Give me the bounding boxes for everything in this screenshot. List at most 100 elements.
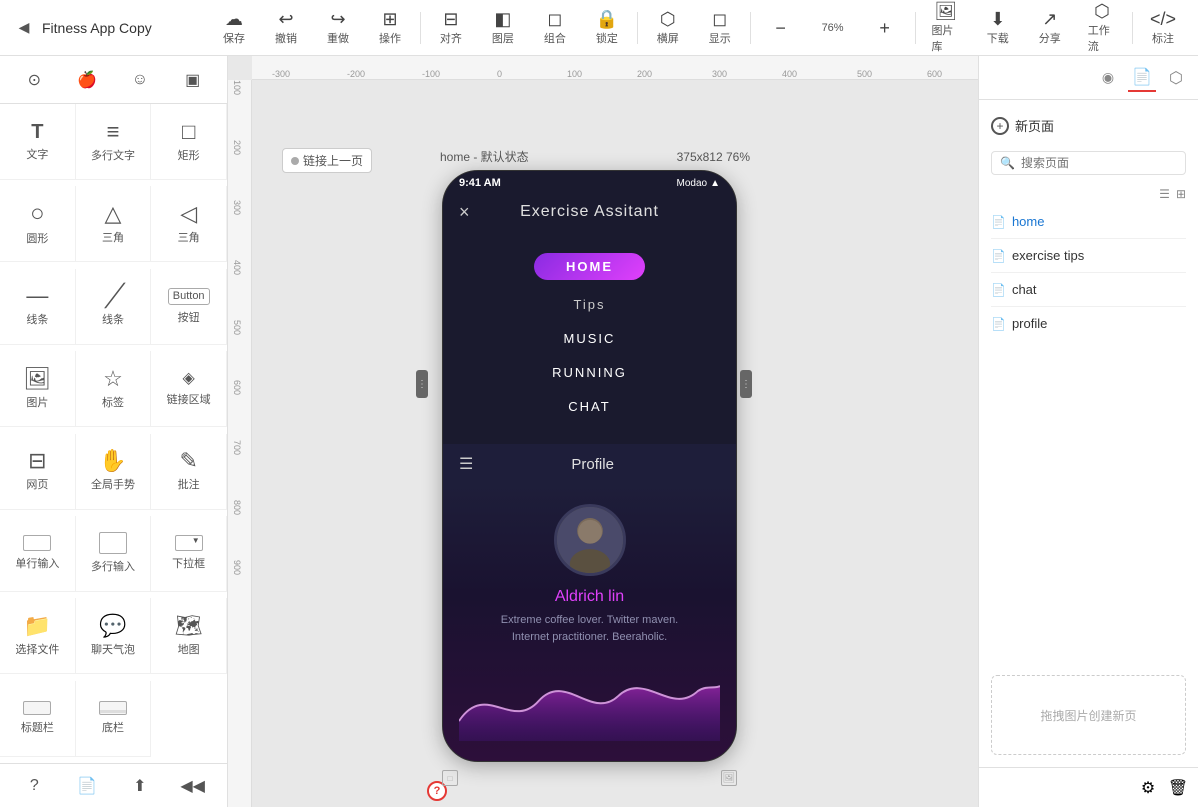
page-doc-icon: 📄	[991, 215, 1006, 229]
tool-line1[interactable]: — 线条	[0, 269, 76, 345]
tool-dropdown[interactable]: ▼ 下拉框	[151, 516, 227, 592]
lock-button[interactable]: 🔒 锁定	[581, 6, 633, 50]
pages-icon[interactable]: 📄	[69, 768, 105, 804]
tool-triangle2[interactable]: ◁ 三角	[151, 186, 227, 262]
right-resize-handle[interactable]: ⋮	[740, 370, 752, 398]
save-button[interactable]: ☁ 保存	[208, 6, 260, 50]
tool-rect[interactable]: □ 矩形	[151, 104, 227, 180]
sidebar-apple-icon[interactable]: 🍎	[69, 62, 105, 98]
link-indicator[interactable]: 链接上一页	[282, 148, 372, 173]
tab-properties[interactable]: ◉	[1094, 64, 1122, 92]
profile-chart	[459, 661, 720, 741]
tool-button[interactable]: Button 按钮	[151, 269, 227, 345]
search-input[interactable]	[1021, 156, 1177, 170]
left-resize-handle[interactable]: ⋮	[416, 370, 428, 398]
undo-button[interactable]: ↩ 撤销	[260, 6, 312, 50]
display-button[interactable]: ◻ 显示	[694, 6, 746, 50]
sidebar-home-icon[interactable]: ⊙	[16, 62, 52, 98]
nav-running[interactable]: RUNNING	[443, 356, 736, 390]
tool-triangle1[interactable]: △ 三角	[76, 186, 152, 262]
phone-header: × Exercise Assitant	[443, 195, 736, 229]
tool-hotspot[interactable]: ◈ 链接区域	[151, 351, 227, 427]
tool-file[interactable]: 📁 选择文件	[0, 598, 76, 674]
tool-circle[interactable]: ○ 圆形	[0, 186, 76, 262]
hamburger-icon[interactable]: ☰	[459, 454, 473, 474]
add-page-button[interactable]: + 新页面	[991, 112, 1186, 139]
tool-text[interactable]: T 文字	[0, 104, 76, 180]
share-icon: ↗	[1042, 10, 1057, 28]
chat-link: CHAT	[568, 399, 610, 414]
operation-button[interactable]: ⊞ 操作	[364, 6, 416, 50]
tool-line2[interactable]: ╱ 线条	[76, 269, 152, 345]
page-item-home[interactable]: 📄 home	[991, 209, 1186, 234]
image-icon: 🖼	[23, 368, 51, 390]
save-label: 保存	[223, 30, 245, 46]
cloud-icon: ☁	[225, 10, 243, 28]
tool-multiline-text[interactable]: ≡ 多行文字	[76, 104, 152, 180]
nav-home[interactable]: HOME	[443, 245, 736, 288]
phone-nav: HOME Tips MUSIC RUNNING CHAT	[443, 229, 736, 444]
nav-chat[interactable]: CHAT	[443, 390, 736, 424]
titlebar-icon	[23, 701, 51, 715]
search-bar: 🔍	[991, 151, 1186, 175]
trash-icon[interactable]: 🗑	[1166, 776, 1190, 800]
tool-single-input[interactable]: 单行输入	[0, 516, 76, 592]
tool-footer[interactable]: 底栏	[76, 681, 152, 757]
tool-tag[interactable]: ☆ 标签	[76, 351, 152, 427]
page-doc-icon-2: 📄	[991, 249, 1006, 263]
image-library-button[interactable]: 🖼 图片库	[919, 0, 971, 58]
tool-image[interactable]: 🖼 图片	[0, 351, 76, 427]
help-icon[interactable]: ?	[16, 768, 52, 804]
nav-tips[interactable]: Tips	[443, 288, 736, 322]
annotation-icon: ✎	[179, 450, 197, 472]
text-label: 文字	[26, 146, 48, 162]
sidebar-layout-icon[interactable]: ▣	[175, 62, 211, 98]
page-item-profile[interactable]: 📄 profile	[991, 311, 1186, 336]
tab-layers[interactable]: ⬡	[1162, 64, 1190, 92]
combine-button[interactable]: ◻ 组合	[529, 6, 581, 50]
tool-chat-bubble[interactable]: 💬 聊天气泡	[76, 598, 152, 674]
drag-hint-label: 拖拽图片创建新页	[1040, 707, 1136, 724]
settings-icon[interactable]: ⚙	[1136, 776, 1160, 800]
redo-button[interactable]: ↪ 重做	[312, 6, 364, 50]
export-icon[interactable]: ⬆	[122, 768, 158, 804]
corner-handle[interactable]: □	[442, 770, 458, 786]
canvas-area[interactable]: -300 -200 -100 0 100 200 300 400 500 600…	[228, 56, 978, 807]
sidebar-emoji-icon[interactable]: ☺	[122, 62, 158, 98]
close-button[interactable]: ×	[459, 202, 470, 223]
right-sidebar: ◉ 📄 ⬡ + 新页面 🔍 ☰ ⊞	[978, 56, 1198, 807]
image-handle[interactable]: 🖼	[721, 770, 737, 786]
share-button[interactable]: ↗ 分享	[1024, 6, 1076, 50]
tool-titlebar[interactable]: 标题栏	[0, 681, 76, 757]
tool-gesture[interactable]: ✋ 全局手势	[76, 434, 152, 510]
page-item-exercise-tips[interactable]: 📄 exercise tips	[991, 243, 1186, 268]
tool-webpage[interactable]: ⊟ 网页	[0, 434, 76, 510]
download-button[interactable]: ⬇ 下载	[972, 6, 1024, 50]
run-button[interactable]: ▶ 运行	[1189, 1, 1198, 55]
nav-music[interactable]: MUSIC	[443, 322, 736, 356]
drag-drop-zone[interactable]: 拖拽图片创建新页	[991, 675, 1186, 755]
horizontal-button[interactable]: ⬡ 横屏	[642, 6, 694, 50]
right-sidebar-tab-bar: ◉ 📄 ⬡	[979, 56, 1198, 100]
align-button[interactable]: ⊟ 对齐	[425, 6, 477, 50]
tool-multi-input[interactable]: 多行输入	[76, 516, 152, 592]
zoom-out-button[interactable]: −	[755, 15, 807, 41]
operation-icon: ⊞	[382, 10, 397, 28]
annotate-button[interactable]: </> 标注	[1137, 6, 1189, 50]
list-view-icon[interactable]: ☰	[1159, 187, 1170, 201]
zoom-in-button[interactable]: +	[859, 15, 911, 41]
collapse-icon[interactable]: ◀◀	[175, 768, 211, 804]
grid-view-icon[interactable]: ⊞	[1176, 187, 1186, 201]
page-profile-label: profile	[1012, 316, 1047, 331]
workflow-button[interactable]: ⬡ 工作流	[1076, 0, 1128, 58]
phone-mockup: 9:41 AM Modao ▲ × Exercise Assitant	[442, 170, 737, 790]
wifi-icon: ▲	[710, 178, 720, 189]
zoom-level[interactable]: 76%	[807, 18, 859, 38]
hand-icon: ✋	[99, 450, 126, 472]
page-item-chat[interactable]: 📄 chat	[991, 277, 1186, 302]
tool-map[interactable]: 🗺 地图	[151, 598, 227, 674]
tool-annotation[interactable]: ✎ 批注	[151, 434, 227, 510]
back-button[interactable]: ◀	[12, 16, 36, 40]
layer-button[interactable]: ◧ 图层	[477, 6, 529, 50]
tab-pages[interactable]: 📄	[1128, 64, 1156, 92]
